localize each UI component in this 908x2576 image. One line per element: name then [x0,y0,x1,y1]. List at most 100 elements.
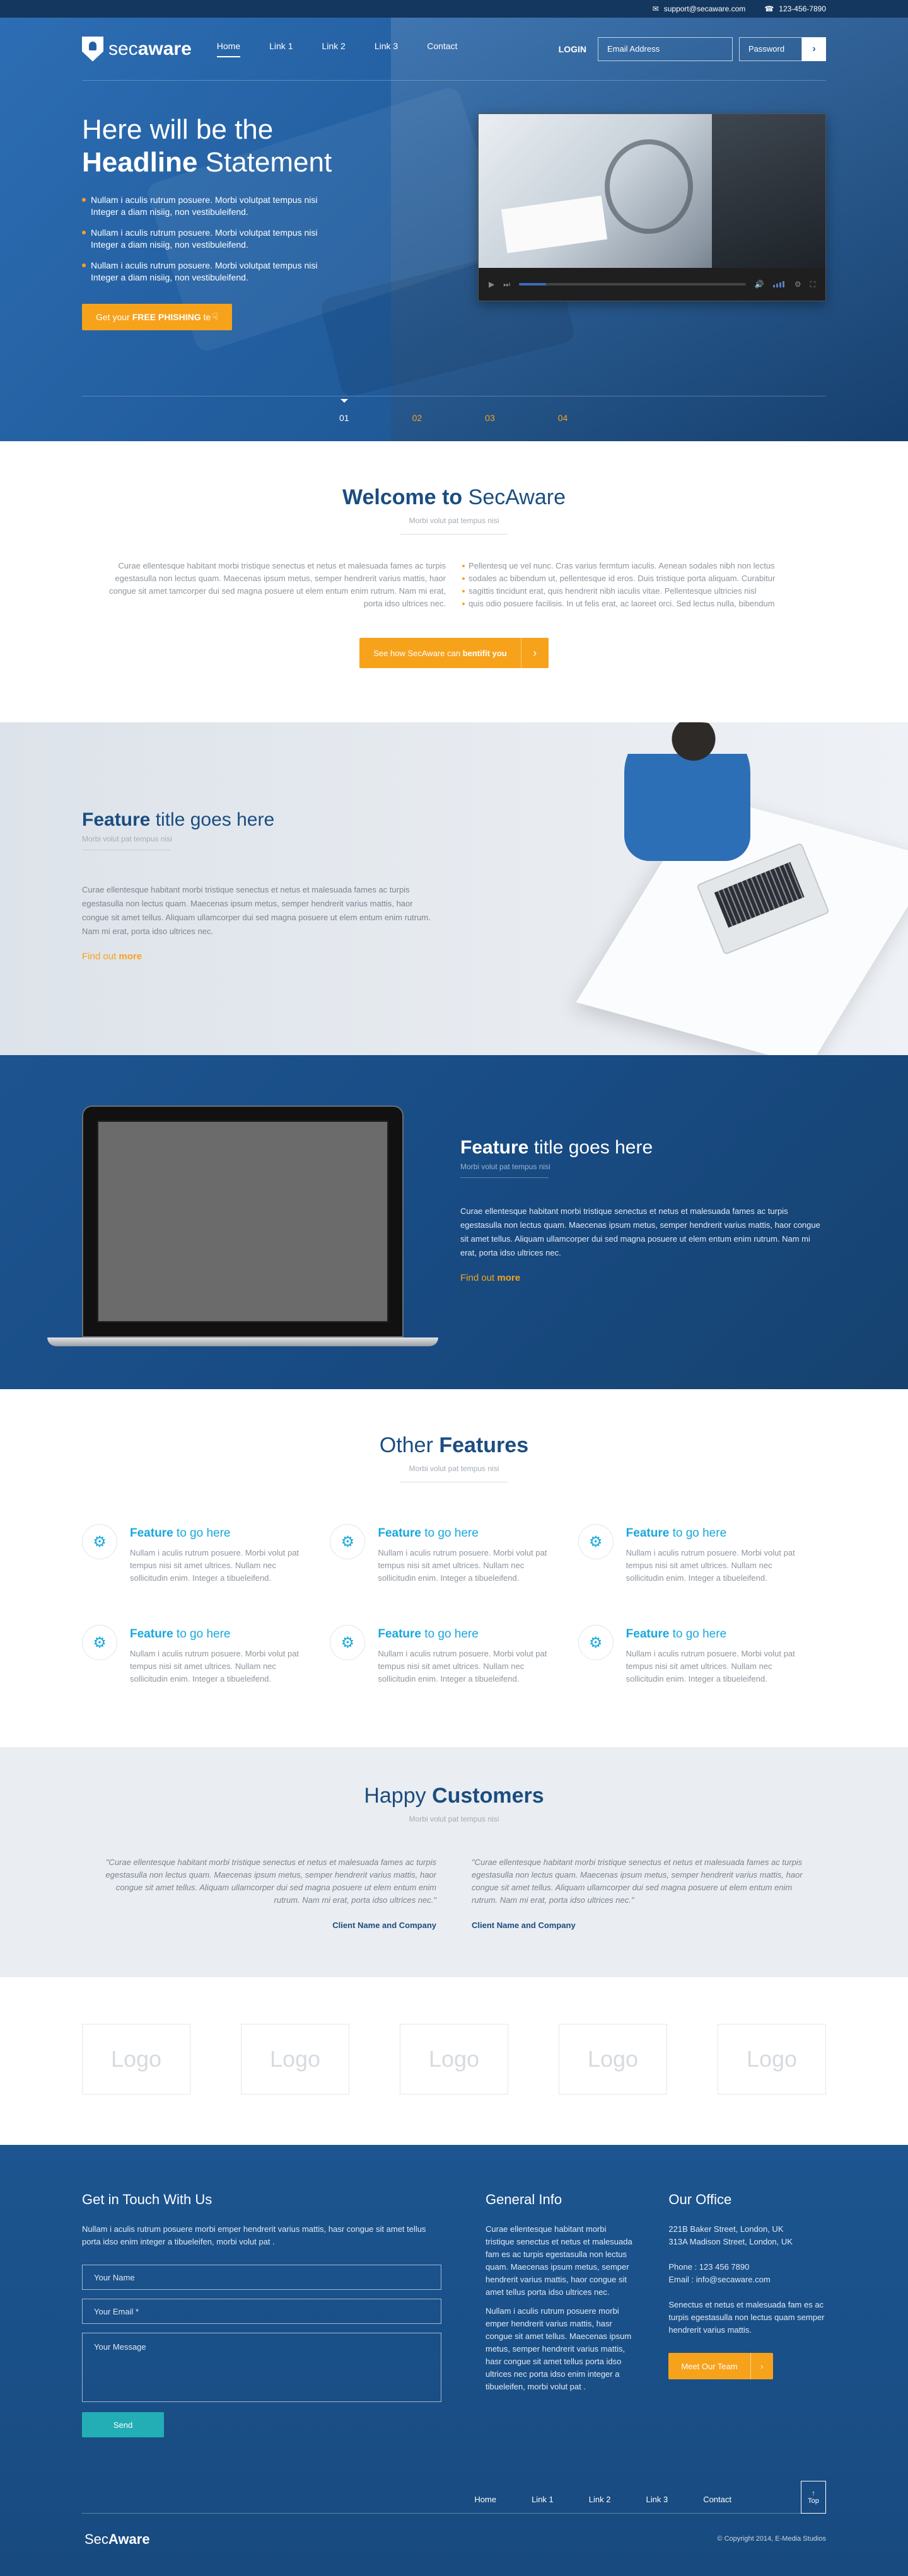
top-phone[interactable]: ☎ 123-456-7890 [764,4,826,13]
feature-item-title[interactable]: Feature to go here [626,1627,807,1641]
free-phishing-test-button[interactable]: Get your FREE PHISHING te ☟ [82,304,233,330]
feature-2-find-out-more-link[interactable]: Find out more [460,1273,520,1283]
skip-icon[interactable]: ⏭ [503,280,510,289]
feature-item-title-rest: to go here [672,1527,727,1540]
slide-tab-1[interactable]: 01 [339,399,349,423]
client-logo[interactable]: Logo [559,2024,667,2094]
footer: Get in Touch With Us Nullam i aculis rut… [0,2145,908,2576]
link-bold: more [119,951,143,962]
benefit-button-label: See how SecAware can bentifit you [359,649,520,658]
slide-tab-4[interactable]: 04 [558,413,568,423]
feature-item-title[interactable]: Feature to go here [130,1527,311,1540]
link-bold: more [497,1273,521,1283]
nav-link-2[interactable]: Link 2 [322,41,345,57]
top-contact-bar: ✉ support@secaware.com ☎ 123-456-7890 [0,0,908,18]
footer-logo-bold: Aware [108,2531,150,2547]
nav-contact[interactable]: Contact [427,41,457,57]
brand-logo[interactable]: secaware [82,36,192,62]
laptop-screen-display [97,1121,388,1322]
feature-1-find-out-more-link[interactable]: Find out more [82,951,142,962]
video-scene-paper [501,195,608,253]
volume-slider[interactable] [772,281,786,287]
client-logo[interactable]: Logo [400,2024,508,2094]
feature-item-title-bold: Feature [378,1627,421,1641]
hero-bullet: Nullam i aculis rutrum posuere. Morbi vo… [82,227,347,251]
gear-icon: ⚙ [82,1625,117,1660]
slide-tab-2[interactable]: 02 [412,413,422,423]
office-text: Senectus et netus et malesuada fam es ac… [668,2300,825,2335]
feature-2-title: Feature title goes here [460,1137,826,1158]
video-scene-magnifier [605,139,693,234]
video-frame[interactable] [479,114,825,269]
login-password-input[interactable] [739,37,802,61]
link-prefix: Find out [82,951,117,962]
hand-cursor-icon: ☟ [212,312,219,323]
feature-item-title-rest: to go here [176,1527,231,1540]
client-logo[interactable]: Logo [718,2024,826,2094]
office-title: Our Office [668,2192,732,2207]
benefit-button-bold: bentifit you [462,648,507,658]
list-item: quis odio posuere facilisis. In ut felis… [462,598,815,610]
meet-our-team-button[interactable]: Meet Our Team › [668,2353,773,2379]
contact-message-input[interactable] [82,2333,441,2402]
slide-tab-3[interactable]: 03 [485,413,495,423]
features-grid: ⚙ Feature to go here Nullam i aculis rutr… [82,1524,826,1685]
video-progress-bar[interactable] [519,283,746,286]
play-icon[interactable]: ▶ [489,280,494,289]
laptop-mockup [47,1106,473,1346]
footer-nav-home[interactable]: Home [474,2495,496,2504]
info-title: General Info [486,2192,562,2207]
footer-bottom: Home Link 1 Link 2 Link 3 Contact ↑ Top … [82,2481,826,2576]
office-address-1: 221B Baker Street, London, UK [668,2224,784,2234]
benefit-button[interactable]: See how SecAware can bentifit you › [359,638,549,668]
footer-nav-contact[interactable]: Contact [703,2495,731,2504]
arrow-up-icon: ↑ [812,2490,815,2497]
fullscreen-icon[interactable]: ⛶ [810,280,815,289]
testimonial-text: "Curae ellentesque habitant morbi tristi… [105,1857,436,1905]
gear-icon: ⚙ [82,1524,117,1559]
feature-1-title-rest: title goes here [155,809,275,830]
list-item: Pellentesq ue vel nunc. Cras varius ferm… [462,560,815,572]
back-to-top-button[interactable]: ↑ Top [801,2481,826,2514]
settings-icon[interactable]: ⚙ [794,280,801,289]
hero-bullet: Nullam i aculis rutrum posuere. Morbi vo… [82,260,347,284]
video-progress-fill [519,283,547,286]
contact-email-input[interactable] [82,2299,441,2324]
client-logo[interactable]: Logo [82,2024,190,2094]
top-phone-text: 123-456-7890 [779,4,826,13]
feature-item-title[interactable]: Feature to go here [378,1527,559,1540]
footer-nav-link-1[interactable]: Link 1 [532,2495,554,2504]
feature-2-title-bold: Feature [460,1137,529,1158]
login-email-input[interactable] [598,37,733,61]
feature-item-title[interactable]: Feature to go here [378,1627,559,1641]
welcome-subtitle: Morbi volut pat tempus nisi [409,516,499,525]
office-address-2: 313A Madison Street, London, UK [668,2237,793,2246]
video-player[interactable]: ▶ ⏭ 🔊 ⚙ ⛶ [478,113,826,301]
feature-item-title[interactable]: Feature to go here [626,1527,807,1540]
nav-link-3[interactable]: Link 3 [375,41,398,57]
client-logo[interactable]: Logo [241,2024,349,2094]
feature-item-title-rest: to go here [424,1627,479,1641]
footer-logo[interactable]: SecAware [84,2531,150,2548]
volume-icon[interactable]: 🔊 [755,280,764,289]
feature-item-title[interactable]: Feature to go here [130,1627,311,1641]
office-phone: Phone : 123 456 7890 [668,2262,750,2272]
contact-name-input[interactable] [82,2265,441,2290]
nav-home[interactable]: Home [216,41,241,57]
footer-nav-link-2[interactable]: Link 2 [589,2495,611,2504]
gear-icon: ⚙ [330,1625,366,1660]
feature-item-title-rest: to go here [424,1527,479,1540]
chevron-right-icon: › [812,43,816,54]
top-email[interactable]: ✉ support@secaware.com [653,4,746,13]
footer-nav-link-3[interactable]: Link 3 [646,2495,668,2504]
divider [460,1177,549,1178]
login-submit-button[interactable]: › [802,37,826,61]
nav-link-1[interactable]: Link 1 [269,41,293,57]
shield-icon [82,36,103,62]
info-text: Nullam i aculis rutrum posuere morbi emp… [486,2306,632,2391]
office-email[interactable]: Email : info@secaware.com [668,2273,826,2286]
envelope-icon: ✉ [652,4,659,13]
meet-our-team-label: Meet Our Team [681,2361,738,2371]
logo-row: Logo Logo Logo Logo Logo [82,2024,826,2094]
send-button[interactable]: Send [82,2412,164,2437]
